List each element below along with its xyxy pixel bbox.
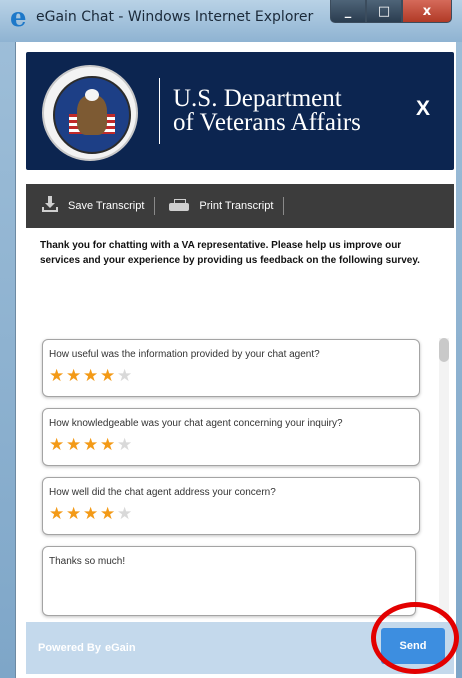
minimize-button[interactable]: _: [330, 0, 366, 23]
close-chat-button[interactable]: X: [416, 97, 430, 121]
window-controls: _ □ x: [330, 0, 452, 23]
header-divider: [159, 78, 160, 144]
question-text: How knowledgeable was your chat agent co…: [49, 418, 343, 429]
send-highlight-circle: [371, 602, 459, 674]
agency-name-line2: of Veterans Affairs: [173, 109, 361, 136]
scrollbar[interactable]: [439, 338, 449, 618]
star-icon[interactable]: ★: [66, 367, 83, 385]
window-titlebar: e eGain Chat - Windows Internet Explorer…: [0, 0, 462, 42]
survey-content: Thank you for chatting with a VA represe…: [26, 228, 454, 618]
star-icon[interactable]: ★: [49, 505, 66, 523]
scrollbar-thumb[interactable]: [439, 338, 449, 362]
question-text: How useful was the information provided …: [49, 349, 320, 360]
toolbar-separator: [283, 197, 285, 215]
star-icon[interactable]: ★: [117, 436, 134, 454]
survey-question-1: How useful was the information provided …: [42, 339, 420, 397]
star-icon[interactable]: ★: [117, 367, 134, 385]
star-icon[interactable]: ★: [49, 367, 66, 385]
print-transcript-label: Print Transcript: [199, 200, 274, 212]
survey-question-3: How well did the chat agent address your…: [42, 477, 420, 535]
save-transcript-label: Save Transcript: [68, 200, 145, 212]
star-rating[interactable]: ★ ★ ★ ★ ★: [49, 367, 134, 385]
star-icon[interactable]: ★: [83, 505, 100, 523]
star-icon[interactable]: ★: [83, 367, 100, 385]
question-text: How well did the chat agent address your…: [49, 487, 276, 498]
browser-window: e eGain Chat - Windows Internet Explorer…: [0, 0, 462, 678]
window-title: eGain Chat - Windows Internet Explorer: [36, 9, 314, 25]
star-icon[interactable]: ★: [66, 436, 83, 454]
seal-eagle-icon: [77, 95, 107, 135]
star-icon[interactable]: ★: [66, 505, 83, 523]
printer-icon: [169, 199, 190, 213]
seal-inner: [53, 76, 131, 154]
star-icon[interactable]: ★: [100, 367, 117, 385]
maximize-button[interactable]: □: [366, 0, 402, 23]
comment-textarea[interactable]: Thanks so much!: [42, 546, 416, 616]
survey-question-2: How knowledgeable was your chat agent co…: [42, 408, 420, 466]
powered-by-label: Powered By: [38, 642, 101, 654]
transcript-toolbar: Save Transcript Print Transcript: [26, 184, 454, 228]
star-icon[interactable]: ★: [100, 505, 117, 523]
star-icon[interactable]: ★: [49, 436, 66, 454]
va-header: U.S. Department of Veterans Affairs X: [26, 52, 454, 170]
star-rating[interactable]: ★ ★ ★ ★ ★: [49, 436, 134, 454]
star-icon[interactable]: ★: [83, 436, 100, 454]
star-icon[interactable]: ★: [117, 505, 134, 523]
save-transcript-button[interactable]: Save Transcript: [26, 184, 154, 228]
star-icon[interactable]: ★: [100, 436, 117, 454]
close-window-button[interactable]: x: [402, 0, 452, 23]
egain-brand-link[interactable]: eGain: [105, 642, 136, 654]
powered-by: Powered By eGain: [38, 642, 136, 654]
ie-logo-icon: e: [10, 3, 27, 33]
seal-eagle-head: [85, 89, 99, 101]
star-rating[interactable]: ★ ★ ★ ★ ★: [49, 505, 134, 523]
va-seal-logo: [42, 65, 138, 161]
print-transcript-button[interactable]: Print Transcript: [155, 184, 283, 228]
download-icon: [42, 196, 58, 212]
survey-intro-text: Thank you for chatting with a VA represe…: [40, 240, 420, 266]
chat-panel: U.S. Department of Veterans Affairs X Sa…: [15, 42, 456, 678]
